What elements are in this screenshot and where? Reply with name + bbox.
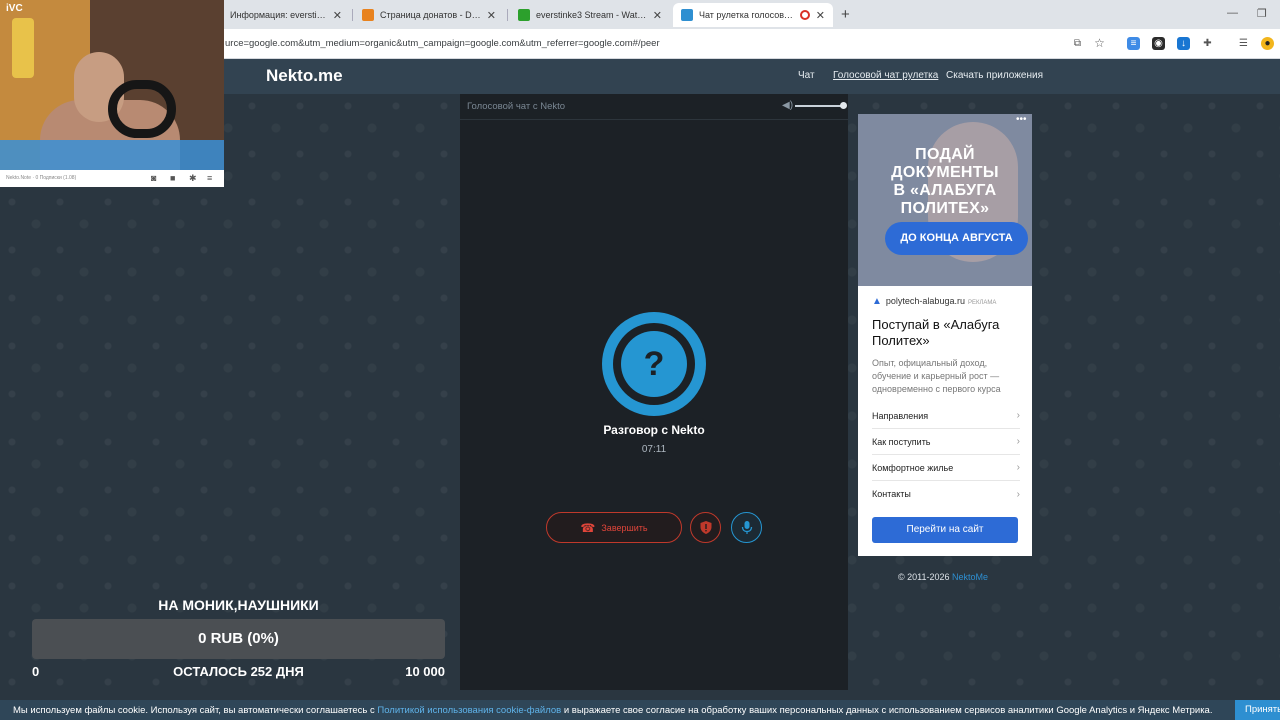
tab-close-icon[interactable]: ✕ xyxy=(653,9,662,22)
report-button[interactable] xyxy=(690,512,721,543)
ad-image-pill: ДО КОНЦА АВГУСТА xyxy=(885,222,1028,255)
kick-favicon-icon xyxy=(518,9,530,21)
ad-description: Опыт, официальный доход, обучение и карь… xyxy=(872,358,1001,394)
tab-close-icon[interactable]: ✕ xyxy=(333,9,342,22)
ad-domain-icon: ▲ xyxy=(872,296,882,307)
ad-image-line: ПОДАЙ xyxy=(915,146,975,163)
donation-favicon-icon xyxy=(362,9,374,21)
ad-image-line: ДОКУМЕНТЫ xyxy=(891,164,999,181)
volume-slider-knob[interactable] xyxy=(840,102,847,109)
partner-name: Разговор с Nekto xyxy=(603,423,705,437)
end-call-label: Завершить xyxy=(601,522,648,533)
browser-tab[interactable]: everstinke3 Stream - Watch Liv ✕ xyxy=(510,3,670,27)
nav-download-apps[interactable]: Скачать приложения xyxy=(946,70,1043,81)
camera-control-bar: Nekto.Note · 0 Подписки (1.08) ◙ ■ ✱ ≡ xyxy=(0,170,224,187)
extension-icon[interactable]: ◉ xyxy=(1152,37,1165,50)
download-icon[interactable]: ↓ xyxy=(1177,37,1190,50)
donation-goal-amount: 0 RUB (0%) xyxy=(198,630,279,647)
footer-brand-link[interactable]: NektoMe xyxy=(952,572,988,582)
ad-link[interactable]: Контакты › xyxy=(872,481,1020,507)
browser-tab[interactable]: Информация: everstinke3 - ✕ xyxy=(222,3,350,27)
url-field[interactable]: urce=google.com&utm_medium=organic&utm_c… xyxy=(225,38,660,49)
new-tab-button[interactable]: + xyxy=(841,6,850,23)
webcam-overlay: iVC xyxy=(0,0,224,170)
headphones-icon xyxy=(108,80,176,138)
tab-title: Информация: everstinke3 - xyxy=(230,10,327,20)
webcam-lamp xyxy=(12,18,34,78)
translate-icon[interactable]: ⧉ xyxy=(1071,37,1084,50)
advertisement[interactable]: ••• ПОДАЙ ДОКУМЕНТЫ В «АЛАБУГА ПОЛИТЕХ» … xyxy=(858,114,1032,556)
divider xyxy=(460,119,848,120)
donation-goal-max: 10 000 xyxy=(405,664,445,679)
donation-goal-title: НА МОНИК,НАУШНИКИ xyxy=(158,597,319,613)
cookie-policy-link[interactable]: Политикой использования cookie-файлов xyxy=(377,705,561,716)
puzzle-icon[interactable]: ✚ xyxy=(1201,37,1214,50)
chevron-right-icon: › xyxy=(1016,436,1020,447)
tab-title: Страница донатов - Donation xyxy=(380,10,481,20)
camera-label: iVC xyxy=(6,3,23,14)
tab-close-icon[interactable]: ✕ xyxy=(487,9,496,22)
maximize-icon[interactable]: ❐ xyxy=(1257,7,1267,20)
nav-chat[interactable]: Чат xyxy=(798,70,815,81)
cookie-accept-button[interactable]: Принять xyxy=(1235,700,1280,720)
chevron-right-icon: › xyxy=(1016,410,1020,421)
more-options-icon[interactable]: ••• xyxy=(1016,114,1027,125)
call-timer: 07:11 xyxy=(641,444,667,455)
bookmark-star-icon[interactable]: ☆ xyxy=(1093,37,1106,50)
video-icon[interactable]: ■ xyxy=(170,173,175,183)
ad-tag: РЕКЛАМА xyxy=(967,300,997,306)
browser-tab-active[interactable]: Чат рулетка голосовая — ✕ xyxy=(673,3,833,27)
extension-icon[interactable]: ≡ xyxy=(1127,37,1140,50)
partner-avatar: ? xyxy=(602,312,706,416)
donation-goal-bar: 0 RUB (0%) xyxy=(32,619,445,659)
volume-slider[interactable] xyxy=(795,105,843,107)
avatar-ring: ? xyxy=(613,323,695,405)
question-mark-icon: ? xyxy=(621,331,687,397)
ad-image-headline: ПОДАЙ ДОКУМЕНТЫ В «АЛАБУГА ПОЛИТЕХ» xyxy=(858,146,1032,218)
tab-close-icon[interactable]: ✕ xyxy=(816,9,825,22)
ad-cta-button[interactable]: Перейти на сайт xyxy=(872,517,1018,543)
microphone-icon xyxy=(741,521,752,534)
ad-link[interactable]: Как поступить › xyxy=(872,429,1020,455)
profile-avatar[interactable]: ● xyxy=(1261,37,1274,50)
tab-separator xyxy=(352,9,353,21)
webcam-keyboard-glow xyxy=(0,140,224,170)
ad-link[interactable]: Направления › xyxy=(872,403,1020,429)
volume-icon[interactable]: ◀) xyxy=(782,100,793,111)
minimize-icon[interactable]: — xyxy=(1227,7,1238,19)
gear-icon[interactable]: ✱ xyxy=(189,173,197,184)
tab-separator xyxy=(507,9,508,21)
phone-hangup-icon: ☎ xyxy=(580,520,596,535)
chevron-right-icon: › xyxy=(1016,462,1020,473)
tab-title: Чат рулетка голосовая — xyxy=(699,10,794,20)
menu-icon[interactable]: ☰ xyxy=(1237,37,1250,50)
cookie-banner: Мы используем файлы cookie. Используя са… xyxy=(0,700,1280,720)
chevron-right-icon: › xyxy=(1016,488,1020,500)
ad-domain: ▲ polytech-alabuga.ru РЕКЛАМА xyxy=(872,296,997,307)
ad-image-line: ПОЛИТЕХ» xyxy=(900,200,990,217)
copyright: © 2011-2026 NektoMe xyxy=(898,572,989,582)
shield-icon xyxy=(700,521,711,534)
microphone-button[interactable] xyxy=(731,512,762,543)
nekto-favicon-icon xyxy=(681,9,693,21)
camera-icon[interactable]: ◙ xyxy=(151,173,156,183)
ad-banner-image[interactable]: ••• ПОДАЙ ДОКУМЕНТЫ В «АЛАБУГА ПОЛИТЕХ» … xyxy=(858,114,1032,286)
recording-indicator-icon xyxy=(799,10,810,20)
ad-image-line: В «АЛАБУГА xyxy=(893,182,997,199)
ad-title[interactable]: Поступай в «Алабуга Политех» xyxy=(872,317,1022,349)
camera-bar-text: Nekto.Note · 0 Подписки (1.08) xyxy=(6,175,77,181)
end-call-button[interactable]: ☎ Завершить xyxy=(546,512,682,543)
volume-slider-fill xyxy=(795,105,843,107)
tab-title: everstinke3 Stream - Watch Liv xyxy=(536,10,647,20)
nav-voice-chat[interactable]: Голосовой чат рулетка xyxy=(833,70,938,81)
menu-icon[interactable]: ≡ xyxy=(207,173,212,183)
ad-link[interactable]: Комфортное жилье › xyxy=(872,455,1020,481)
cookie-text: Мы используем файлы cookie. Используя са… xyxy=(13,705,1213,716)
browser-tab[interactable]: Страница донатов - Donation ✕ xyxy=(354,3,504,27)
site-logo[interactable]: Nekto.me xyxy=(266,66,343,86)
chat-panel-title: Голосовой чат с Nekto xyxy=(467,101,566,112)
voice-chat-panel: Голосовой чат с Nekto ◀) ? Разговор с Ne… xyxy=(460,94,848,690)
